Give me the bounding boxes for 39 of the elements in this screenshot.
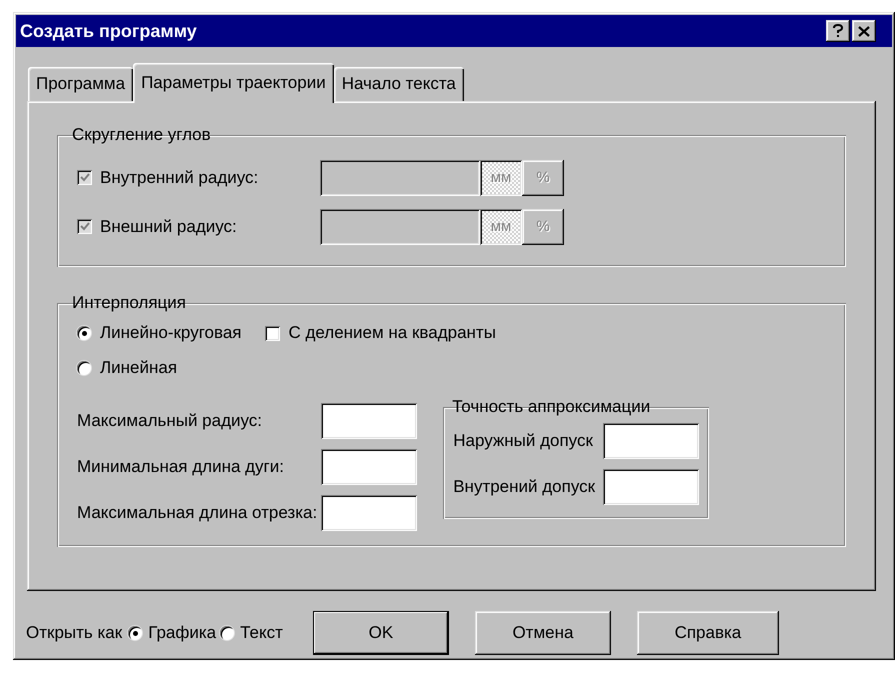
radio-button[interactable] [128,626,142,640]
field-label: Наружный допуск [453,431,593,451]
help-icon [833,24,843,38]
input-field[interactable] [603,469,700,505]
input-field[interactable] [603,423,700,459]
checkbox-label: С делением на квадранты [288,323,496,343]
window-title: Создать программу [20,20,197,42]
help-button[interactable] [826,20,850,42]
input-field[interactable] [321,495,418,531]
close-icon [858,26,870,36]
field-label: Внутрений допуск [453,477,596,497]
group-title: Скругление углов [71,125,212,145]
checkbox[interactable] [265,326,280,340]
dialog-button[interactable]: Отмена [474,611,611,655]
dialog-button[interactable]: OK [312,611,449,655]
tab[interactable]: Начало текста [334,67,464,101]
input-field[interactable] [321,403,418,439]
radio-label: Графика [148,623,216,643]
group-title: Интерполяция [71,293,187,313]
field-label: Максимальная длина отрезка: [77,503,318,523]
input-field[interactable] [321,449,418,485]
field-label: Минимальная длина дуги: [77,457,284,477]
radio-label: Линейная [100,358,178,378]
tab[interactable]: Параметры траектории [133,63,334,103]
radio-label: Линейно-круговая [100,323,242,343]
group-title: Точность аппроксимации [451,397,652,417]
radio-button[interactable] [77,361,91,375]
radio-label: Текст [240,623,283,643]
field-label: Максимальный радиус: [77,411,262,431]
radio-button[interactable] [77,326,91,340]
open-as-label: Открыть как [26,623,122,643]
checkmark-icon [80,173,90,182]
radio-button[interactable] [220,626,234,640]
dialog-button[interactable]: Справка [636,611,779,655]
checkmark-icon [80,222,90,231]
close-button[interactable] [852,20,876,42]
checkbox-label: Внешний радиус: [100,216,238,236]
checkbox-label: Внутренний радиус: [100,168,260,188]
tab[interactable]: Программа [28,67,134,101]
